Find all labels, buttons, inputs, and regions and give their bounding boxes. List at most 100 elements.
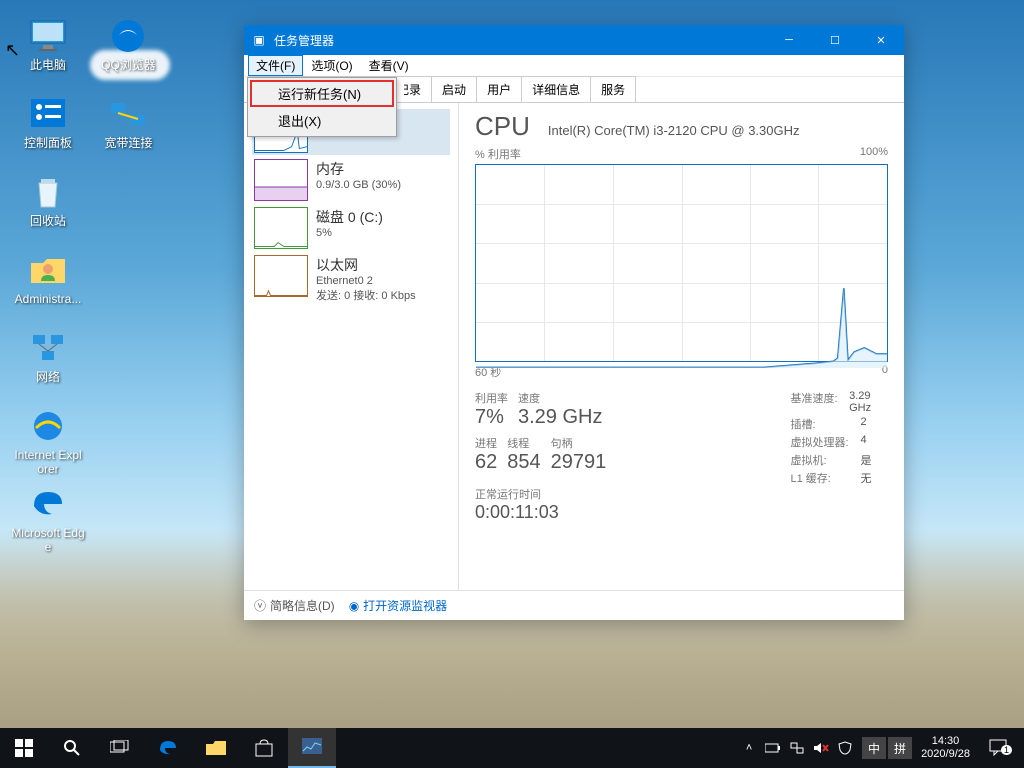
icon-label: 此电脑 (30, 58, 66, 72)
desktop-icon-edge[interactable]: Microsoft Edge (10, 478, 86, 556)
taskbar-edge[interactable] (144, 728, 192, 768)
icon-label: Microsoft Edge (11, 526, 85, 555)
user-folder-icon (28, 250, 68, 290)
edge-icon (28, 484, 68, 524)
taskbar-store[interactable] (240, 728, 288, 768)
tab-startup[interactable]: 启动 (431, 76, 477, 102)
tray-battery-icon[interactable] (765, 740, 781, 756)
menu-run-new-task[interactable]: 运行新任务(N) (250, 80, 394, 107)
tray-defender-icon[interactable] (837, 740, 853, 756)
clock-time: 14:30 (921, 735, 970, 748)
desktop-icon-this-pc[interactable]: 此电脑 (10, 10, 86, 88)
memory-spark-icon (254, 159, 308, 201)
desktop-icon-administrator[interactable]: Administra... (10, 244, 86, 322)
tray-network-icon[interactable] (789, 740, 805, 756)
sidebar-memory[interactable]: 内存0.9/3.0 GB (30%) (252, 157, 450, 203)
desktop-icon-broadband[interactable]: 宽带连接 (90, 88, 166, 166)
util-label: 利用率 (475, 390, 508, 406)
desktop-icon-qq-browser[interactable]: QQ浏览器 (90, 10, 166, 88)
threads-label: 线程 (507, 435, 540, 451)
taskbar-clock[interactable]: 14:30 2020/9/28 (913, 735, 978, 761)
minimize-button[interactable]: ─ (766, 25, 812, 55)
speed-label: 速度 (518, 390, 602, 406)
close-button[interactable]: ✕ (858, 25, 904, 55)
fewer-details-button[interactable]: ⓥ简略信息(D) (254, 597, 335, 614)
cursor-icon: ↖ (5, 40, 20, 61)
net-spark-icon (254, 255, 308, 297)
graph-ymax: 100% (860, 146, 888, 162)
broadband-icon (108, 94, 148, 134)
handles-label: 句柄 (551, 435, 607, 451)
speed-value: 3.29 GHz (518, 406, 602, 429)
qq-browser-icon (108, 16, 148, 56)
cpu-utilization-chart (475, 164, 888, 362)
icon-label: 网络 (36, 370, 60, 384)
menu-options[interactable]: 选项(O) (303, 55, 360, 76)
desktop-icon-control-panel[interactable]: 控制面板 (10, 88, 86, 166)
resource-sidebar: CPU7% 3.29 GHz 内存0.9/3.0 GB (30%) 磁盘 0 (… (244, 103, 459, 590)
sidebar-disk-value: 5% (316, 227, 383, 239)
tab-services[interactable]: 服务 (590, 76, 636, 102)
titlebar[interactable]: ▣ 任务管理器 ─ ☐ ✕ (244, 25, 904, 55)
sidebar-disk-title: 磁盘 0 (C:) (316, 207, 383, 227)
sidebar-mem-title: 内存 (316, 159, 401, 179)
l1-cache: 无 (860, 470, 871, 486)
taskmgr-icon: ▣ (244, 33, 274, 47)
icon-label: QQ浏览器 (101, 58, 156, 72)
content: CPU7% 3.29 GHz 内存0.9/3.0 GB (30%) 磁盘 0 (… (244, 103, 904, 590)
cpu-heading: CPU (475, 111, 530, 142)
icon-label: Internet Explorer (11, 448, 85, 477)
control-panel-icon (28, 94, 68, 134)
maximize-button[interactable]: ☐ (812, 25, 858, 55)
search-button[interactable] (48, 728, 96, 768)
ime-zh-icon[interactable]: 中 (862, 737, 886, 759)
tab-users[interactable]: 用户 (476, 76, 522, 102)
proc-label: 进程 (475, 435, 497, 451)
menu-file[interactable]: 文件(F) (248, 55, 303, 76)
icon-label: 控制面板 (24, 136, 72, 150)
tray-volume-mute-icon[interactable] (813, 740, 829, 756)
sidebar-disk[interactable]: 磁盘 0 (C:)5% (252, 205, 450, 251)
taskbar-taskmgr[interactable] (288, 728, 336, 768)
menubar: 文件(F) 选项(O) 查看(V) 运行新任务(N) 退出(X) (244, 55, 904, 77)
threads-value: 854 (507, 451, 540, 474)
menu-exit[interactable]: 退出(X) (250, 107, 394, 134)
tab-details[interactable]: 详细信息 (521, 76, 591, 102)
graph-ylabel: % 利用率 (475, 146, 521, 162)
desktop-icon-ie[interactable]: Internet Explorer (10, 400, 86, 478)
window-title: 任务管理器 (274, 32, 766, 49)
uptime-value: 0:00:11:03 (475, 502, 778, 523)
cpu-panel: CPU Intel(R) Core(TM) i3-2120 CPU @ 3.30… (459, 103, 904, 590)
taskbar-explorer[interactable] (192, 728, 240, 768)
cpu-info-table: 基准速度:3.29 GHz 插槽:2 虚拟处理器:4 虚拟机:是 L1 缓存:无 (790, 390, 888, 523)
task-manager-window: ▣ 任务管理器 ─ ☐ ✕ 文件(F) 选项(O) 查看(V) 运行新任务(N)… (244, 25, 904, 620)
system-tray: ˄ (733, 740, 861, 756)
start-button[interactable] (0, 728, 48, 768)
icon-label: 宽带连接 (104, 136, 152, 150)
action-center-button[interactable]: 1 (978, 738, 1018, 759)
network-icon (28, 328, 68, 368)
notif-badge: 1 (1001, 745, 1012, 755)
ie-icon (28, 406, 68, 446)
task-view-button[interactable] (96, 728, 144, 768)
sidebar-ethernet[interactable]: 以太网Ethernet0 2发送: 0 接收: 0 Kbps (252, 253, 450, 305)
desktop-icon-recycle-bin[interactable]: 回收站 (10, 166, 86, 244)
disk-spark-icon (254, 207, 308, 249)
bottom-bar: ⓥ简略信息(D) ◉打开资源监视器 (244, 590, 904, 620)
base-speed: 3.29 GHz (849, 390, 888, 414)
ime-mode-icon[interactable]: 拼 (888, 737, 912, 759)
sockets: 2 (860, 416, 866, 432)
desktop-icon-network[interactable]: 网络 (10, 322, 86, 400)
menu-view[interactable]: 查看(V) (361, 55, 417, 76)
uptime-label: 正常运行时间 (475, 486, 778, 502)
icon-label: Administra... (15, 292, 82, 306)
tray-chevron-up-icon[interactable]: ˄ (741, 740, 757, 756)
vm: 是 (860, 452, 871, 468)
sidebar-net-value2: 发送: 0 接收: 0 Kbps (316, 287, 416, 303)
vproc: 4 (860, 434, 866, 450)
cpu-model: Intel(R) Core(TM) i3-2120 CPU @ 3.30GHz (548, 123, 800, 138)
open-resmon-link[interactable]: ◉打开资源监视器 (349, 597, 448, 614)
file-dropdown: 运行新任务(N) 退出(X) (247, 77, 397, 137)
desktop-icons: 此电脑 QQ浏览器 控制面板 宽带连接 回收站 Administra... 网络… (10, 10, 170, 556)
clock-date: 2020/9/28 (921, 748, 970, 761)
